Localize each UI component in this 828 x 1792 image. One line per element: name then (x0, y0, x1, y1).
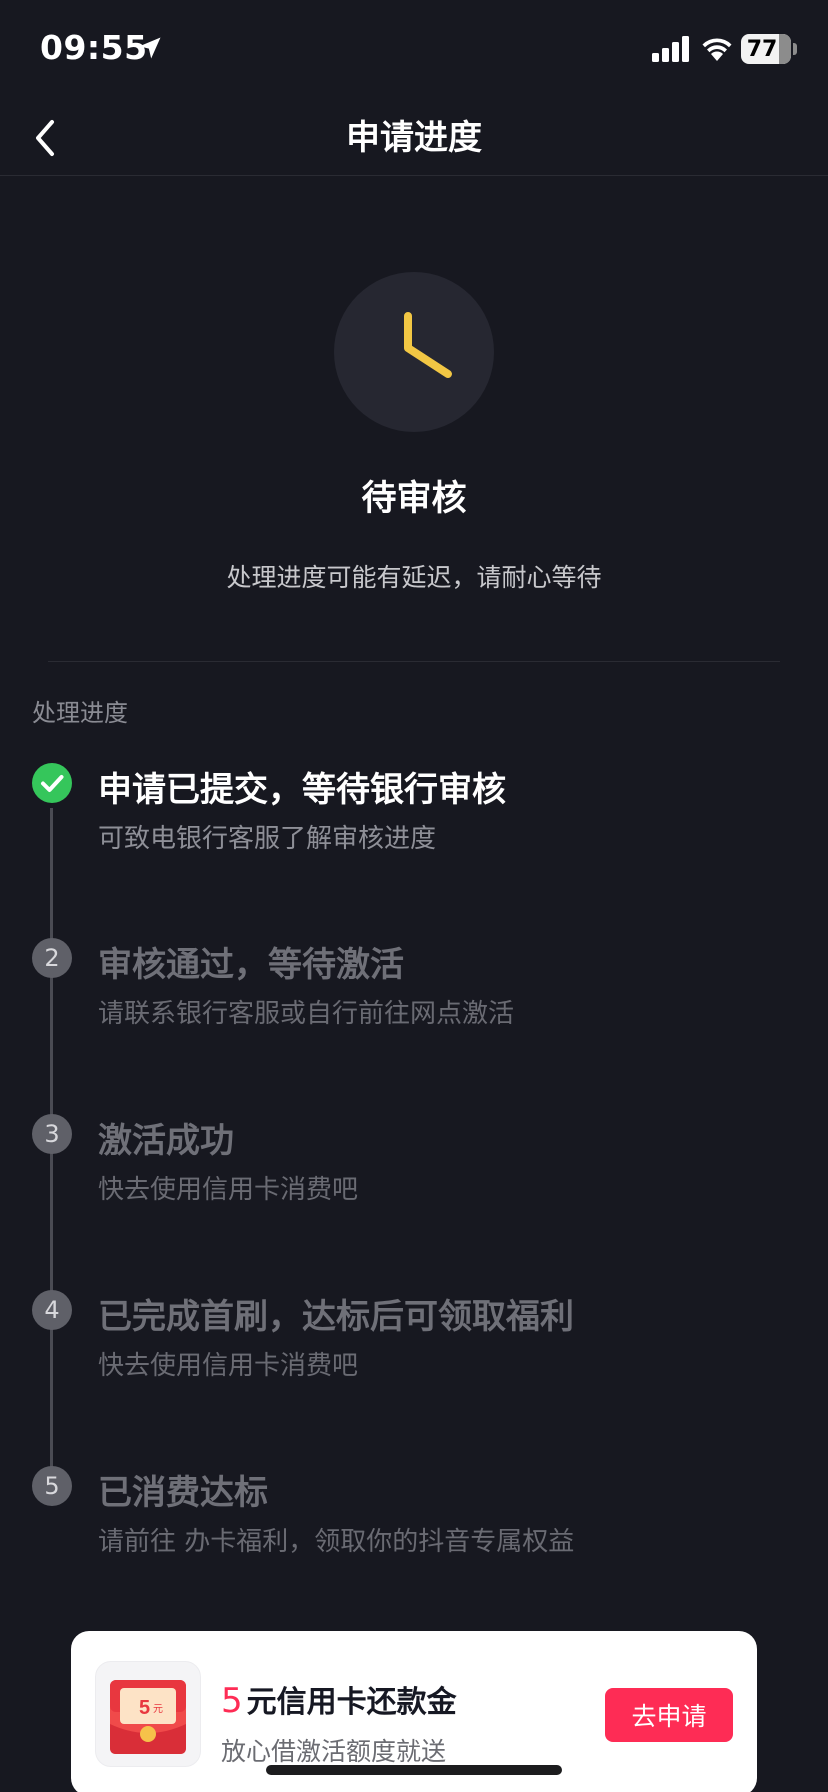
promo-subtitle: 放心借激活额度就送 (221, 1737, 447, 1766)
clock-badge (334, 272, 494, 432)
review-status: 待审核 (361, 479, 467, 519)
promo-title: 5 元信用卡还款金 (221, 1677, 457, 1721)
review-status-description: 处理进度可能有延迟，请耐心等待 (226, 563, 602, 592)
divider (48, 661, 780, 662)
step-title: 已完成首刷，达标后可领取福利 (98, 1297, 574, 1337)
battery-icon: 77 (741, 34, 791, 64)
step-subtitle: 请前往 办卡福利，领取你的抖音专属权益 (98, 1527, 575, 1557)
step-subtitle: 快去使用信用卡消费吧 (98, 1351, 359, 1381)
promo-title-text: 元信用卡还款金 (246, 1685, 457, 1720)
application-progress-page: 09:55 77 申请进度 待审核 处理进度可能有延迟，请耐心等待 处理进度 申… (0, 0, 828, 1792)
battery-tip (793, 43, 797, 55)
step-subtitle: 快去使用信用卡消费吧 (98, 1175, 359, 1205)
page-title: 申请进度 (346, 118, 482, 158)
status-time: 09:55 (40, 28, 148, 67)
step-title: 审核通过，等待激活 (98, 945, 404, 985)
step-title: 申请已提交，等待银行审核 (98, 770, 506, 810)
step-number-badge: 2 (32, 938, 72, 978)
step-subtitle: 可致电银行客服了解审核进度 (98, 824, 437, 854)
step-number-badge: 3 (32, 1114, 72, 1154)
step-number-badge: 5 (32, 1466, 72, 1506)
step-subtitle: 请联系银行客服或自行前往网点激活 (98, 999, 515, 1029)
wifi-icon (702, 38, 732, 61)
battery-empty-portion (779, 34, 791, 64)
check-icon (32, 763, 72, 803)
red-envelope-icon: 5 元 (95, 1661, 201, 1767)
thumb-amount: 5 (139, 1697, 150, 1719)
step-title: 已消费达标 (98, 1473, 268, 1513)
progress-section-label: 处理进度 (32, 699, 128, 727)
thumb-unit: 元 (153, 1704, 163, 1715)
home-indicator (266, 1765, 562, 1775)
battery-level: 77 (746, 36, 778, 62)
promo-amount: 5 (221, 1681, 243, 1721)
status-bar: 09:55 77 (0, 0, 828, 100)
location-arrow-icon (139, 37, 161, 59)
apply-button[interactable]: 去申请 (605, 1688, 733, 1742)
step-number-badge: 4 (32, 1290, 72, 1330)
step-title: 激活成功 (98, 1121, 234, 1161)
nav-bar: 申请进度 (0, 100, 828, 176)
signal-icon (652, 36, 689, 62)
clock-icon (404, 312, 452, 378)
